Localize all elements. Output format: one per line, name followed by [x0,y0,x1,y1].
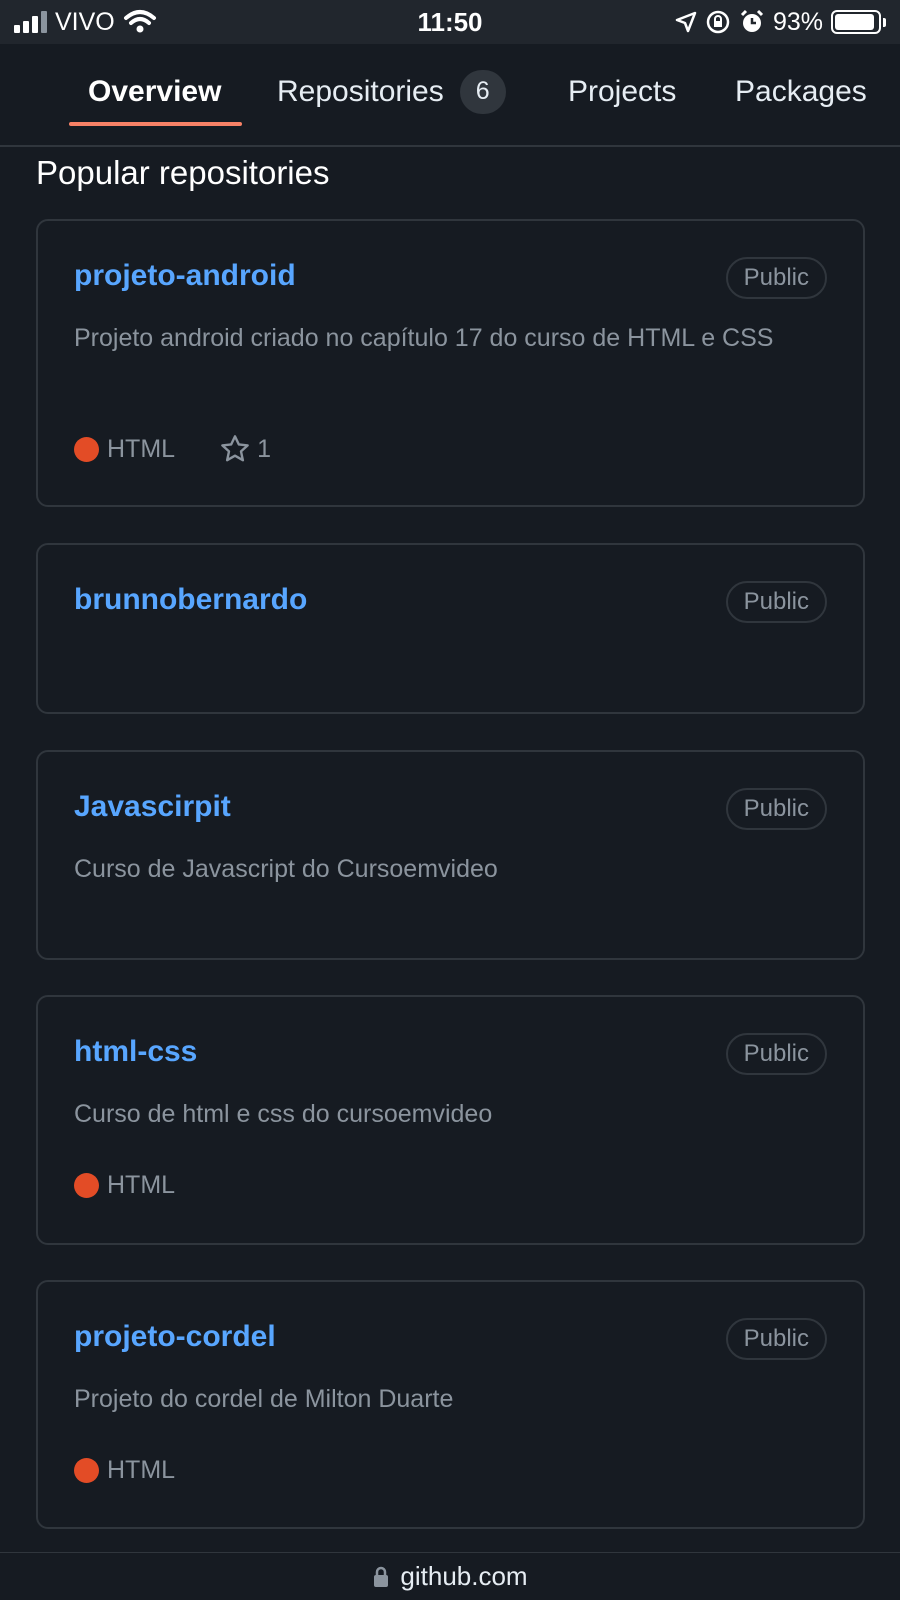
carrier-name: VIVO [55,7,115,36]
repo-name-link[interactable]: brunnobernardo [74,583,307,617]
repo-meta: HTML [74,1171,175,1200]
repo-stars[interactable]: 1 [219,433,271,465]
repo-card: projeto-android Public Projeto android c… [36,219,865,507]
repo-description: Projeto android criado no capítulo 17 do… [74,324,774,352]
visibility-badge: Public [725,1318,827,1360]
language-label: HTML [107,1456,176,1484]
repositories-count-badge: 6 [459,69,506,114]
repo-card: html-css Public Curso de html e css do c… [36,995,865,1245]
battery-percent: 93% [772,7,823,36]
repo-description: Curso de html e css do cursoemvideo [74,1100,493,1128]
language-label: HTML [107,434,176,463]
status-right: 93% [675,8,886,37]
repo-language: HTML [74,1171,175,1200]
repo-card: Javascirpit Public Curso de Javascript d… [36,750,865,960]
repo-card: brunnobernardo Public [36,543,865,714]
page: VIVO 11:50 93% Overview Repositories 6 P… [0,0,900,1600]
status-bar: VIVO 11:50 93% [0,0,900,44]
repo-meta: HTML 1 [74,433,271,465]
repo-name-link[interactable]: html-css [74,1035,197,1069]
tab-repositories[interactable]: Repositories 6 [277,44,506,145]
repo-name-link[interactable]: Javascirpit [74,790,231,824]
repo-meta: HTML [74,1456,175,1485]
wifi-icon [123,10,156,33]
repo-name-link[interactable]: projeto-android [74,259,296,293]
repo-language: HTML [74,1456,175,1485]
language-color-dot [74,1458,99,1483]
visibility-badge: Public [725,257,827,299]
tab-projects[interactable]: Projects [568,44,676,145]
tab-overview-label: Overview [88,74,222,108]
language-color-dot [74,1173,99,1198]
location-icon [675,11,697,33]
star-icon [221,435,249,462]
stars-count: 1 [257,434,271,463]
browser-url-bar[interactable]: github.com [0,1552,900,1600]
alarm-icon [740,9,764,32]
language-color-dot [74,436,99,462]
visibility-badge: Public [725,788,827,830]
status-left: VIVO [14,8,157,37]
tab-packages-label: Packages [735,74,867,108]
tab-projects-label: Projects [568,74,677,108]
active-tab-underline [69,122,242,126]
repo-description: Projeto do cordel de Milton Duarte [74,1385,454,1413]
battery-icon [831,10,886,34]
repo-language: HTML [74,435,175,464]
visibility-badge: Public [725,581,827,623]
section-title: Popular repositories [36,154,330,191]
repo-description: Curso de Javascript do Cursoemvideo [74,855,498,883]
battery-level-fill [835,14,875,30]
url-domain: github.com [400,1561,528,1591]
repo-card: projeto-cordel Public Projeto do cordel … [36,1280,865,1529]
language-label: HTML [107,1171,176,1199]
tab-overview[interactable]: Overview [88,44,221,145]
tab-packages[interactable]: Packages [735,44,867,145]
repo-name-link[interactable]: projeto-cordel [74,1320,276,1354]
visibility-badge: Public [725,1033,827,1075]
profile-tabs: Overview Repositories 6 Projects Package… [0,44,900,147]
lock-icon [374,1566,389,1587]
signal-icon [14,11,47,33]
tab-repositories-label: Repositories [277,74,444,108]
rotation-lock-icon [706,10,730,34]
